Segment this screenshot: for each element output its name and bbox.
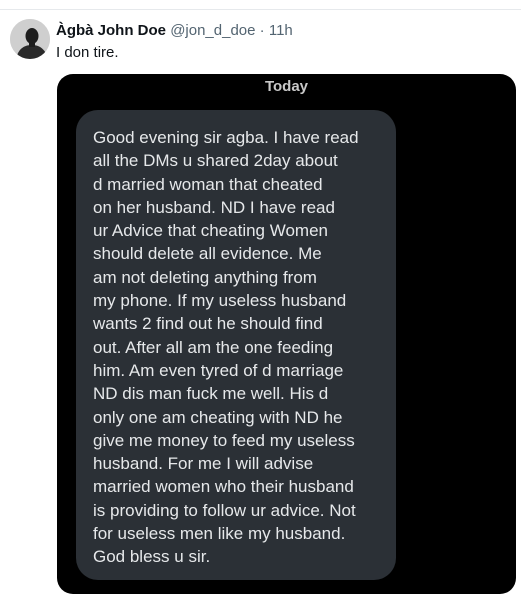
message-bubble: Good evening sir agba. I have read all t… <box>76 110 396 580</box>
tweet-text: I don tire. <box>56 44 119 61</box>
feed-divider <box>0 9 521 10</box>
author-handle[interactable]: @jon_d_doe <box>170 22 255 39</box>
tweet-header: Àgbà John Doe @jon_d_doe · 11h <box>56 22 293 39</box>
author-name[interactable]: Àgbà John Doe <box>56 22 166 39</box>
person-silhouette-icon <box>10 19 50 59</box>
separator-dot: · <box>259 22 265 39</box>
tweet-timestamp[interactable]: 11h <box>269 22 293 39</box>
tweet-media-image[interactable]: Today Good evening sir agba. I have read… <box>57 74 516 594</box>
chat-date-label: Today <box>264 78 309 95</box>
avatar[interactable] <box>10 19 50 59</box>
message-text: Good evening sir agba. I have read all t… <box>93 128 359 567</box>
